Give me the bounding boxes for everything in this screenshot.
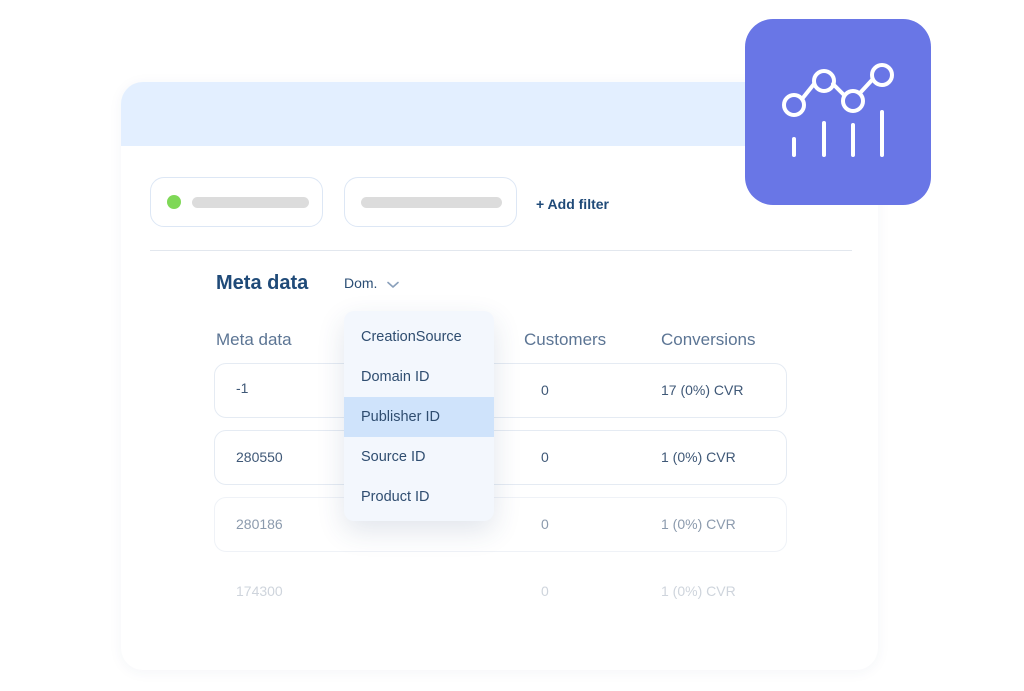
dropdown-option-source-id[interactable]: Source ID — [344, 437, 494, 477]
cell-meta: 280186 — [236, 516, 283, 532]
divider — [150, 250, 852, 251]
dropdown-option-domain-id[interactable]: Domain ID — [344, 357, 494, 397]
add-filter-button[interactable]: + Add filter — [536, 196, 609, 212]
filter-placeholder-bar — [361, 197, 502, 208]
analytics-badge — [745, 19, 931, 205]
column-header-customers: Customers — [524, 330, 607, 349]
column-header-conversions: Conversions — [661, 330, 756, 349]
table-row[interactable]: 174300 0 1 (0%) CVR — [214, 564, 787, 619]
analytics-chart-icon — [782, 63, 894, 157]
filter-placeholder-bar — [192, 197, 309, 208]
cell-conversions: 1 (0%) CVR — [661, 583, 736, 599]
chevron-down-icon — [387, 276, 400, 292]
dom-dropdown-menu: CreationSource Domain ID Publisher ID So… — [344, 311, 494, 521]
dropdown-option-product-id[interactable]: Product ID — [344, 477, 494, 517]
status-dot — [167, 195, 181, 209]
filter-pill-status[interactable] — [150, 177, 323, 227]
cell-meta: -1 — [236, 380, 249, 396]
table-row[interactable]: 280550 0 1 (0%) CVR — [214, 430, 787, 485]
dropdown-option-publisher-id[interactable]: Publisher ID — [344, 397, 494, 437]
dom-select[interactable]: Dom. — [344, 275, 400, 292]
cell-conversions: 1 (0%) CVR — [661, 516, 736, 532]
filter-pill[interactable] — [344, 177, 517, 227]
cell-meta: 174300 — [236, 583, 283, 599]
cell-conversions: 1 (0%) CVR — [661, 449, 736, 465]
cell-customers: 0 — [541, 583, 549, 599]
dropdown-option-creationsource[interactable]: CreationSource — [344, 317, 494, 357]
table-row[interactable]: 280186 0 1 (0%) CVR — [214, 497, 787, 552]
cell-conversions: 17 (0%) CVR — [661, 382, 744, 398]
cell-customers: 0 — [541, 382, 549, 398]
cell-customers: 0 — [541, 449, 549, 465]
column-header-meta-data: Meta data — [216, 330, 292, 349]
section-title: Meta data — [216, 272, 309, 294]
dom-select-value: Dom. — [344, 275, 378, 291]
cell-customers: 0 — [541, 516, 549, 532]
cell-meta: 280550 — [236, 449, 283, 465]
table-row[interactable]: -1 0 17 (0%) CVR — [214, 363, 787, 418]
